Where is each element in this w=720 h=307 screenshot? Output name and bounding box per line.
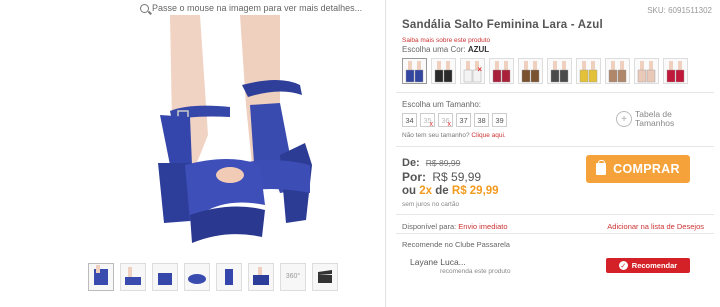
- zoom-hint: Passe o mouse na imagem para ver mais de…: [140, 3, 362, 13]
- old-price: De: R$ 89,99: [402, 157, 460, 169]
- vertical-divider: [385, 0, 386, 307]
- zoom-hint-text: Passe o mouse na imagem para ver mais de…: [152, 3, 363, 13]
- shoe-thumbnail: [550, 61, 568, 83]
- size-options: 34 35 36 37 38 39: [402, 113, 507, 128]
- current-price-label: Por:: [402, 170, 426, 184]
- size-option-unavailable: 35: [420, 113, 435, 128]
- installment-count: 2x: [419, 185, 433, 197]
- thumbnail-image: [125, 267, 141, 285]
- thumbnail[interactable]: [184, 263, 210, 291]
- recommender-name: Layane Luca...: [410, 257, 466, 267]
- color-swatch[interactable]: [489, 58, 514, 84]
- product-page: Passe o mouse na imagem para ver mais de…: [0, 0, 720, 307]
- selected-color: AZUL: [467, 45, 490, 54]
- thumbnail-video[interactable]: [312, 263, 338, 291]
- shoe-thumbnail: [579, 61, 597, 83]
- size-table-button[interactable]: + Tabela de Tamanhos: [616, 110, 674, 128]
- no-interest-note: sem juros no cartão: [402, 201, 460, 208]
- shoe-thumbnail: [521, 61, 539, 83]
- shoe-thumbnail: [637, 61, 655, 83]
- color-swatches: ×: [402, 58, 688, 84]
- product-info: SKU: 6091511302 Sandália Salto Feminina …: [396, 0, 714, 307]
- thumbnail-image: [253, 267, 269, 285]
- old-price-value: R$ 89,99: [425, 158, 461, 168]
- color-swatch[interactable]: ×: [460, 58, 485, 84]
- size-label: Escolha um Tamanho:: [402, 100, 482, 109]
- buy-button-label: COMPRAR: [613, 162, 680, 176]
- size-help-link[interactable]: Clique aqui.: [471, 132, 505, 139]
- product-title: Sandália Salto Feminina Lara - Azul: [402, 19, 603, 31]
- current-price-value: R$ 59,99: [432, 170, 482, 184]
- size-help-text: Não tem seu tamanho?: [402, 132, 470, 139]
- divider: [396, 92, 714, 93]
- color-label: Escolha uma Cor: AZUL: [402, 45, 489, 54]
- divider: [396, 233, 714, 234]
- color-swatch[interactable]: [402, 58, 427, 84]
- divider: [396, 214, 714, 215]
- old-price-label: De:: [402, 157, 420, 169]
- size-option[interactable]: 34: [402, 113, 417, 127]
- size-table-label: Tabela de Tamanhos: [635, 110, 674, 128]
- color-swatch[interactable]: [605, 58, 630, 84]
- thumbnail[interactable]: [248, 263, 274, 291]
- size-table-line2: Tamanhos: [635, 118, 675, 128]
- size-option[interactable]: 37: [456, 113, 471, 127]
- video-clapper-icon: [318, 270, 332, 283]
- shoe-thumbnail: [405, 61, 423, 83]
- color-swatch[interactable]: [634, 58, 659, 84]
- size-option[interactable]: 38: [474, 113, 489, 127]
- size-option-unavailable: 36: [438, 113, 453, 128]
- color-label-text: Escolha uma Cor:: [402, 45, 466, 54]
- size-table-icon: +: [616, 111, 632, 127]
- magnifier-icon: [140, 3, 149, 13]
- divider: [396, 146, 714, 147]
- thumbnail[interactable]: [216, 263, 242, 291]
- thumbnail-360[interactable]: 360°: [280, 263, 306, 291]
- product-main-image[interactable]: [130, 15, 350, 253]
- recommend-label: Recomende no Clube Passarela: [402, 240, 510, 249]
- size-option[interactable]: 39: [492, 113, 507, 127]
- rotate-360-icon: 360°: [285, 273, 301, 280]
- thumbnail-image: [188, 274, 206, 284]
- shoe-thumbnail: [434, 61, 452, 83]
- thumbnail[interactable]: [88, 263, 114, 291]
- add-to-wishlist-link[interactable]: Adicionar na lista de Desejos: [607, 222, 704, 231]
- buy-button[interactable]: COMPRAR: [586, 155, 690, 183]
- installment-or: ou: [402, 185, 417, 197]
- product-sku: SKU: 6091511302: [647, 6, 712, 15]
- color-swatch[interactable]: [518, 58, 543, 84]
- thumbnail-image: [225, 269, 233, 285]
- product-gallery: Passe o mouse na imagem para ver mais de…: [0, 0, 385, 307]
- more-info-link[interactable]: Saiba mais sobre este produto: [402, 37, 490, 44]
- check-icon: ✓: [618, 261, 628, 270]
- color-swatch[interactable]: [547, 58, 572, 84]
- current-price: Por: R$ 59,99: [402, 170, 481, 184]
- shopping-bag-icon: [596, 160, 607, 175]
- color-swatch[interactable]: [431, 58, 456, 84]
- thumbnail-image: [94, 265, 108, 285]
- availability-value: Envio imediato: [458, 222, 508, 231]
- availability: Disponível para: Envio imediato: [402, 222, 508, 231]
- color-swatch[interactable]: [576, 58, 601, 84]
- installment-of: de: [435, 185, 449, 197]
- shoe-thumbnail: [608, 61, 626, 83]
- thumbnail[interactable]: [152, 263, 178, 291]
- color-swatch[interactable]: [663, 58, 688, 84]
- thumbnail[interactable]: [120, 263, 146, 291]
- recommend-button-label: Recomendar: [631, 261, 678, 270]
- recommend-button[interactable]: ✓ Recomendar: [606, 258, 690, 273]
- thumbnail-strip: 360°: [88, 263, 338, 291]
- installment-price: ou 2x de R$ 29,99: [402, 185, 499, 197]
- unavailable-icon: ×: [477, 65, 482, 74]
- thumbnail-image: [158, 273, 172, 285]
- shoe-thumbnail: [666, 61, 684, 83]
- shoe-thumbnail: [492, 61, 510, 83]
- installment-value: R$ 29,99: [451, 185, 499, 197]
- recommender-note: recomenda este produto: [440, 268, 511, 275]
- size-help: Não tem seu tamanho? Clique aqui.: [402, 132, 506, 139]
- availability-label: Disponível para:: [402, 222, 457, 231]
